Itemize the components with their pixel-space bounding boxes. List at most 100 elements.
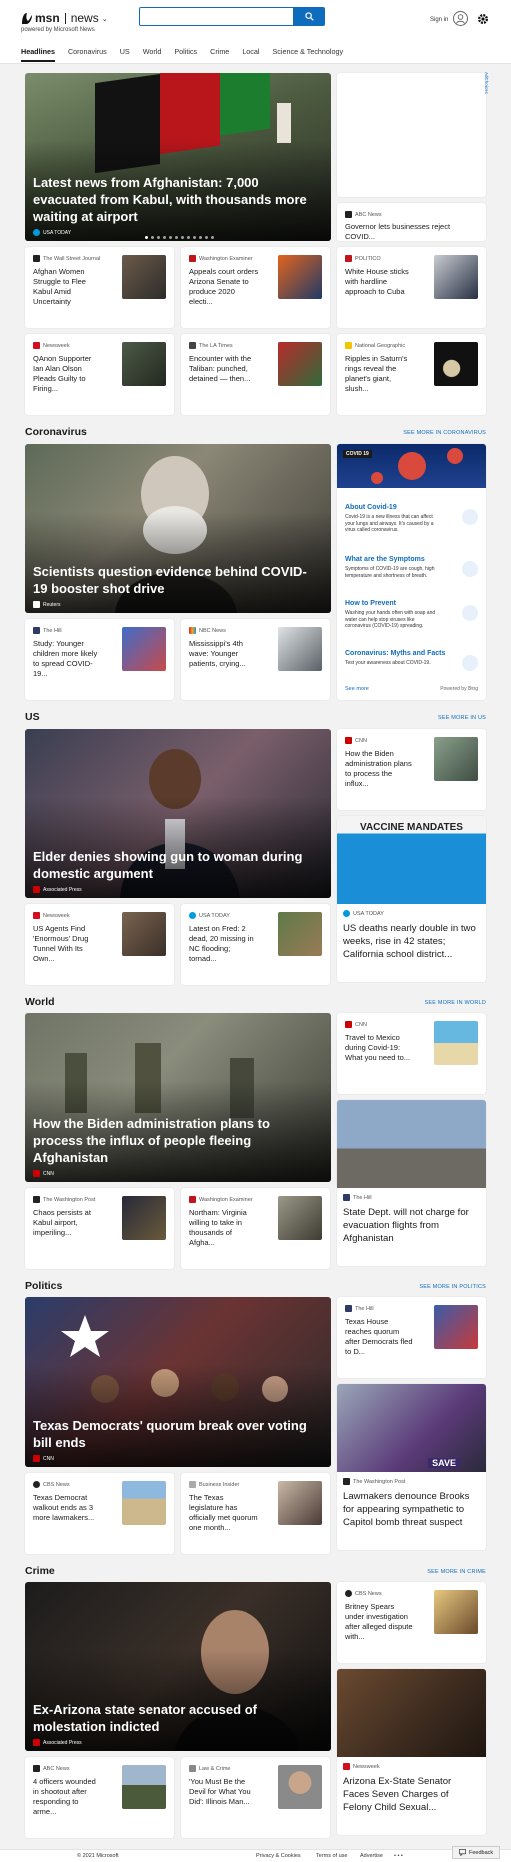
more-options-icon[interactable]: • • •: [394, 1853, 403, 1859]
see-more-us-link[interactable]: SEE MORE IN US: [438, 715, 486, 721]
article-card[interactable]: Business Insider The Texas legislature h…: [181, 1473, 330, 1554]
card-title[interactable]: Appeals court orders Arizona Senate to p…: [189, 267, 259, 307]
see-more-coronavirus-link[interactable]: SEE MORE IN CORONAVIRUS: [403, 430, 486, 436]
gear-icon[interactable]: [477, 13, 489, 25]
see-more-world-link[interactable]: SEE MORE IN WORLD: [425, 1000, 486, 1006]
carousel-dot[interactable]: [205, 236, 208, 239]
hero-article[interactable]: Elder denies showing gun to woman during…: [25, 729, 331, 898]
tab-politics[interactable]: Politics: [174, 47, 197, 62]
avatar[interactable]: [453, 11, 468, 26]
carousel-dot[interactable]: [151, 236, 154, 239]
covid-item-title[interactable]: Coronavirus: Myths and Facts: [345, 650, 478, 657]
card-title[interactable]: US Agents Find 'Enormous' Drug Tunnel Wi…: [33, 924, 103, 964]
carousel-dot[interactable]: [163, 236, 166, 239]
card-title[interactable]: US deaths nearly double in two weeks, ri…: [343, 922, 480, 961]
sign-in-link[interactable]: Sign in: [430, 17, 448, 23]
article-card[interactable]: The Wall Street Journal Afghan Women Str…: [25, 247, 174, 328]
article-card[interactable]: VACCINE MANDATES USA TODAY US deaths nea…: [337, 816, 486, 982]
see-more-crime-link[interactable]: SEE MORE IN CRIME: [427, 1569, 486, 1575]
card-title[interactable]: Britney Spears under investigation after…: [345, 1602, 415, 1642]
tab-headlines[interactable]: Headlines: [21, 47, 55, 62]
carousel-dot[interactable]: [199, 236, 202, 239]
hero-article[interactable]: Ex-Arizona state senator accused of mole…: [25, 1582, 331, 1751]
article-card[interactable]: SAVE The Washington Post Lawmakers denou…: [337, 1384, 486, 1550]
carousel-dots[interactable]: [145, 236, 214, 239]
hero-title[interactable]: Texas Democrats' quorum break over votin…: [33, 1417, 317, 1451]
article-card[interactable]: The Hill Texas House reaches quorum afte…: [337, 1297, 486, 1378]
hero-article[interactable]: How the Biden administration plans to pr…: [25, 1013, 331, 1182]
card-title[interactable]: Chaos persists at Kabul airport, imperil…: [33, 1208, 103, 1238]
covid-item[interactable]: Coronavirus: Myths and Facts Test your aw…: [345, 650, 478, 671]
tab-local[interactable]: Local: [242, 47, 259, 62]
article-card[interactable]: The Hill Study: Younger children more li…: [25, 619, 174, 700]
article-card[interactable]: National Geographic Ripples in Saturn's …: [337, 334, 486, 415]
carousel-dot[interactable]: [145, 236, 148, 239]
card-title[interactable]: Study: Younger children more likely to s…: [33, 639, 103, 679]
tab-crime[interactable]: Crime: [210, 47, 229, 62]
hero-article[interactable]: Texas Democrats' quorum break over votin…: [25, 1297, 331, 1467]
article-card[interactable]: ABC News 4 officers wounded in shootout …: [25, 1757, 174, 1838]
article-card[interactable]: ABC News Governor lets businesses reject…: [337, 203, 486, 241]
search-input[interactable]: [139, 7, 294, 26]
carousel-dot[interactable]: [157, 236, 160, 239]
article-card[interactable]: NBC News Mississippi's 4th wave: Younger…: [181, 619, 330, 700]
hero-title[interactable]: Elder denies showing gun to woman during…: [33, 848, 317, 882]
covid-see-more-link[interactable]: See more: [345, 686, 369, 692]
carousel-dot[interactable]: [169, 236, 172, 239]
article-card[interactable]: POLITICO White House sticks with hardlin…: [337, 247, 486, 328]
article-card[interactable]: Washington Examiner Northam: Virginia wi…: [181, 1188, 330, 1269]
article-card[interactable]: Law & Crime 'You Must Be the Devil for W…: [181, 1757, 330, 1838]
card-title[interactable]: Texas House reaches quorum after Democra…: [345, 1317, 415, 1357]
card-title[interactable]: Arizona Ex-State Senator Faces Seven Cha…: [343, 1775, 480, 1814]
card-title[interactable]: Lawmakers denounce Brooks for appearing …: [343, 1490, 480, 1529]
carousel-dot[interactable]: [211, 236, 214, 239]
card-title[interactable]: Ripples in Saturn's rings reveal the pla…: [345, 354, 415, 394]
carousel-dot[interactable]: [193, 236, 196, 239]
tab-science-technology[interactable]: Science & Technology: [273, 47, 344, 62]
feedback-button[interactable]: Feedback: [452, 1846, 501, 1859]
hero-article[interactable]: Latest news from Afghanistan: 7,000 evac…: [25, 73, 331, 241]
msn-logo[interactable]: msn news ⌄: [21, 11, 108, 25]
hero-title[interactable]: Ex-Arizona state senator accused of mole…: [33, 1701, 317, 1735]
card-title[interactable]: State Dept. will not charge for evacuati…: [343, 1206, 480, 1245]
see-more-politics-link[interactable]: SEE MORE IN POLITICS: [419, 1284, 486, 1290]
terms-link[interactable]: Terms of use: [316, 1853, 347, 1859]
article-card[interactable]: USA TODAY Latest on Fred: 2 dead, 20 mis…: [181, 904, 330, 985]
article-card[interactable]: The LA Times Encounter with the Taliban:…: [181, 334, 330, 415]
card-title[interactable]: 'You Must Be the Devil for What You Did'…: [189, 1777, 259, 1807]
search-button[interactable]: [294, 7, 325, 26]
privacy-link[interactable]: Privacy & Cookies: [256, 1853, 301, 1859]
covid-item[interactable]: About Covid-19 Covid-19 is a new illness …: [345, 504, 478, 534]
tab-us[interactable]: US: [120, 47, 130, 62]
carousel-dot[interactable]: [181, 236, 184, 239]
article-card[interactable]: Washington Examiner Appeals court orders…: [181, 247, 330, 328]
adchoices-label[interactable]: AdChoices: [484, 72, 489, 94]
covid-item[interactable]: How to Prevent Washing your hands often w…: [345, 600, 478, 630]
card-title[interactable]: Travel to Mexico during Covid-19: What y…: [345, 1033, 415, 1063]
card-title[interactable]: Northam: Virginia willing to take in tho…: [189, 1208, 259, 1248]
article-card[interactable]: Newsweek US Agents Find 'Enormous' Drug …: [25, 904, 174, 985]
tab-world[interactable]: World: [143, 47, 162, 62]
advertise-link[interactable]: Advertise: [360, 1853, 383, 1859]
card-title[interactable]: Governor lets businesses reject COVID...: [345, 222, 475, 241]
carousel-dot[interactable]: [175, 236, 178, 239]
card-title[interactable]: How the Biden administration plans to pr…: [345, 749, 415, 789]
ad-slot[interactable]: [337, 73, 486, 197]
carousel-dot[interactable]: [187, 236, 190, 239]
card-title[interactable]: The Texas legislature has officially met…: [189, 1493, 259, 1533]
covid-item-title[interactable]: How to Prevent: [345, 600, 478, 607]
card-title[interactable]: Texas Democrat walkout ends as 3 more la…: [33, 1493, 103, 1523]
hero-article[interactable]: Scientists question evidence behind COVI…: [25, 444, 331, 613]
card-title[interactable]: Latest on Fred: 2 dead, 20 missing in NC…: [189, 924, 259, 964]
article-card[interactable]: The Hill State Dept. will not charge for…: [337, 1100, 486, 1266]
chevron-down-icon[interactable]: ⌄: [102, 15, 108, 23]
article-card[interactable]: CBS News Texas Democrat walkout ends as …: [25, 1473, 174, 1554]
tab-coronavirus[interactable]: Coronavirus: [68, 47, 107, 62]
hero-title[interactable]: Scientists question evidence behind COVI…: [33, 563, 317, 597]
article-card[interactable]: CNN Travel to Mexico during Covid-19: Wh…: [337, 1013, 486, 1094]
covid-item-title[interactable]: What are the Symptoms: [345, 556, 478, 563]
article-card[interactable]: CNN How the Biden administration plans t…: [337, 729, 486, 810]
card-title[interactable]: White House sticks with hardline approac…: [345, 267, 415, 297]
article-card[interactable]: Newsweek QAnon Supporter Ian Alan Olson …: [25, 334, 174, 415]
covid-item[interactable]: What are the Symptoms Symptoms of COVID-1…: [345, 556, 478, 579]
